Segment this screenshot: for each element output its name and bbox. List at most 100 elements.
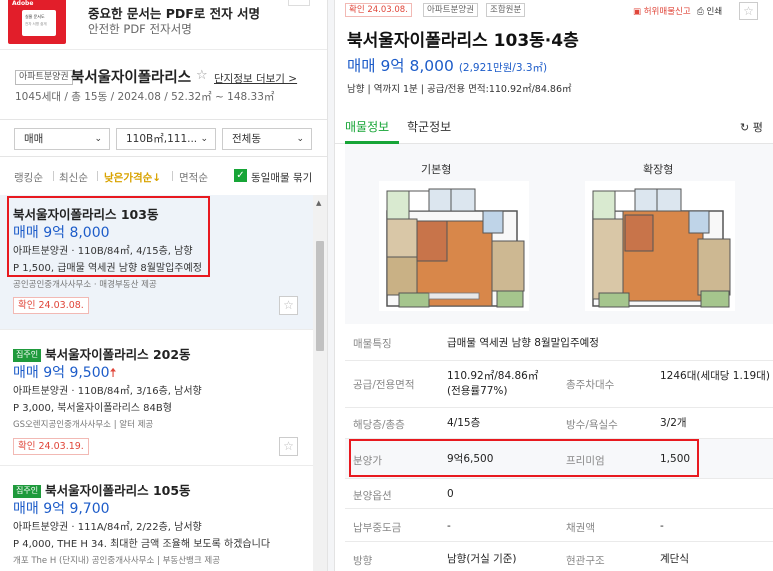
listing-item[interactable]: 집주인 북서울자이폴라리스 202동 매매 9억 9,500🠅 아파트분양권 · …	[0, 331, 313, 466]
listing-detail-title: 북서울자이폴라리스 103동·4층	[347, 31, 579, 51]
listing-detail-price: 매매 9억 8,000 (2,921만원/3.3㎡)	[347, 54, 547, 76]
report-label: 허위매물신고	[643, 7, 691, 17]
ad-thumbnail: Adobe 실물 문서도 전자 서명 쉽게	[8, 0, 66, 44]
listing-detail: 아파트분양권 · 110B/84㎡, 3/16층, 남서향	[13, 386, 202, 397]
spec-value: 계단식	[660, 553, 689, 565]
complex-info-link[interactable]: 단지정보 더보기 >	[214, 71, 297, 86]
print-label: 인쇄	[706, 7, 723, 17]
favorite-star-icon[interactable]: ☆	[279, 296, 298, 315]
spec-label: 납부중도금	[353, 522, 402, 534]
spec-value: -	[447, 520, 451, 532]
print-button[interactable]: ⎙ 인쇄	[697, 5, 722, 17]
floor-plan-basic-image[interactable]	[379, 181, 529, 311]
listing-agent: GS오렌지공인중개사사무소 | 알터 제공	[13, 420, 154, 430]
listing-description: P 3,000, 북서울자이폴라리스 84B형	[13, 403, 172, 414]
dong-value: 전체동	[232, 133, 261, 145]
spec-value: 110.92㎡/84.86㎡(전용률77%)	[447, 370, 539, 397]
listing-item[interactable]: 집주인 북서울자이폴라리스 105동 매매 9억 9,700 아파트분양권 · 1…	[0, 467, 313, 571]
same-listing-label[interactable]: 동일매물 묶기	[251, 170, 312, 185]
divider	[97, 171, 98, 181]
sort-bar: 랭킹순 최신순 낮은가격순↓ 면적순 ✓ 동일매물 묶기	[0, 166, 327, 190]
ad-thumbnail-line1: 실물 문서도	[25, 14, 45, 19]
spec-value: 급매물 역세권 남향 8월말입주예정	[447, 337, 599, 349]
sort-low-price[interactable]: 낮은가격순↓	[104, 170, 161, 185]
listing-price-text: 매매 9억 9,500	[13, 365, 110, 381]
same-listing-checkbox[interactable]: ✓	[234, 169, 247, 182]
star-icon[interactable]: ☆	[196, 68, 208, 83]
adobe-logo: Adobe	[12, 0, 34, 7]
trade-type-select[interactable]: 매매 ⌄	[14, 128, 110, 150]
divider	[53, 171, 54, 181]
sort-latest[interactable]: 최신순	[59, 170, 88, 185]
chevron-down-icon: ⌄	[94, 134, 102, 144]
chevron-down-icon: ⌄	[296, 134, 304, 144]
complex-meta: 1045세대 / 총 15동 / 2024.08 / 52.32㎡ ~ 148.…	[15, 91, 275, 103]
area-unit-label: 평	[752, 121, 763, 134]
spec-row: 분양옵션 0	[345, 479, 773, 509]
owner-badge: 집주인	[13, 485, 42, 498]
spec-value: 남향(거실 기준)	[447, 553, 517, 565]
listing-title: 집주인 북서울자이폴라리스 202동	[13, 344, 191, 363]
favorite-star-icon[interactable]: ☆	[739, 2, 758, 20]
ad-title[interactable]: 중요한 문서는 PDF로 전자 서명	[88, 3, 260, 22]
price-up-icon: 🠅	[109, 366, 117, 381]
price-text: 매매 9억 8,000	[347, 57, 454, 75]
report-fake-listing-button[interactable]: ▣ 허위매물신고	[633, 5, 691, 17]
ad-close-button[interactable]	[288, 0, 310, 6]
highlight-box	[349, 439, 699, 477]
spec-label: 방수/욕실수	[566, 419, 618, 431]
spec-value: 1246대(세대당 1.19대)	[660, 370, 770, 382]
favorite-star-icon[interactable]: ☆	[279, 437, 298, 456]
area-select[interactable]: 110B㎡,111... ⌄	[116, 128, 216, 150]
member-tag: 조합원분	[486, 3, 526, 17]
floor-plan-extended-label: 확장형	[643, 163, 674, 176]
spec-label: 총주차대수	[566, 379, 615, 391]
ad-banner[interactable]: Adobe 실물 문서도 전자 서명 쉽게 중요한 문서는 PDF로 전자 서명…	[0, 0, 327, 50]
floor-plan-basic-label: 기본형	[421, 163, 452, 176]
ad-thumbnail-line2: 전자 서명 쉽게	[25, 22, 47, 26]
spec-row: 매물특징 급매물 역세권 남향 8월말입주예정	[345, 325, 773, 361]
area-value: 110B㎡,111...	[126, 133, 198, 145]
scrollbar-thumb[interactable]	[316, 241, 324, 351]
owner-badge: 집주인	[13, 349, 42, 362]
listing-detail: 아파트분양권 · 111A/84㎡, 2/22층, 남서향	[13, 522, 202, 533]
spec-label: 공급/전용면적	[353, 379, 415, 391]
spec-row: 방향 남향(거실 기준) 현관구조 계단식	[345, 542, 773, 571]
highlight-box	[7, 196, 210, 277]
spec-row: 해당층/총층 4/15층 방수/욕실수 3/2개	[345, 408, 773, 439]
listing-description: P 4,000, THE H 34. 최대한 금액 조율해 보도록 하겠습니다	[13, 539, 271, 550]
detail-tabs: 매물정보 학군정보 ↻ 평	[335, 108, 773, 144]
listing-detail-meta: 남향 | 역까지 1분 | 공급/전용 면적:110.92㎡/84.86㎡	[347, 84, 572, 95]
spec-row: 공급/전용면적 110.92㎡/84.86㎡(전용률77%) 총주차대수 124…	[345, 361, 773, 408]
listing-confirm-date: 확인 24.03.08.	[13, 297, 89, 314]
complex-name: 북서울자이폴라리스	[71, 70, 192, 86]
detail-panel: 확인 24.03.08. 아파트분양권 조합원분 ▣ 허위매물신고 ⎙ 인쇄 ☆…	[335, 0, 773, 571]
complex-type-tag: 아파트분양권	[15, 70, 73, 85]
dong-select[interactable]: 전체동 ⌄	[222, 128, 312, 150]
pane-divider[interactable]	[327, 0, 335, 571]
floor-plan-extended-image[interactable]	[585, 181, 735, 311]
complex-header: 아파트분양권 북서울자이폴라리스 ☆ 단지정보 더보기 > 1045세대 / 총…	[0, 50, 327, 112]
spec-label: 분양옵션	[353, 490, 392, 502]
ad-subtitle: 안전한 PDF 전자서명	[88, 22, 192, 36]
sort-area[interactable]: 면적순	[179, 170, 208, 185]
spec-value: 4/15층	[447, 417, 481, 429]
spec-value: 3/2개	[660, 417, 687, 429]
filter-bar: 매매 ⌄ 110B㎡,111... ⌄ 전체동 ⌄	[0, 119, 327, 157]
divider	[172, 171, 173, 181]
area-unit-toggle[interactable]: ↻ 평	[740, 119, 763, 135]
spec-value: -	[660, 520, 664, 532]
tab-school-info[interactable]: 학군정보	[407, 118, 451, 135]
listing-title: 집주인 북서울자이폴라리스 105동	[13, 480, 191, 499]
spec-label: 방향	[353, 555, 373, 567]
listing-list: 북서울자이폴라리스 103동 매매 9억 8,000 아파트분양권 · 110B…	[0, 195, 313, 571]
confirm-date-tag: 확인 24.03.08.	[345, 3, 412, 17]
spec-row: 납부중도금 - 채권액 -	[345, 509, 773, 542]
tab-listing-info[interactable]: 매물정보	[345, 118, 389, 135]
scroll-up-arrow-icon[interactable]: ▲	[316, 199, 321, 207]
sort-ranking[interactable]: 랭킹순	[14, 170, 43, 185]
spec-label: 매물특징	[353, 338, 392, 350]
listing-title-text: 북서울자이폴라리스 202동	[45, 347, 191, 362]
listing-price: 매매 9억 9,700	[13, 501, 110, 517]
listing-title-text: 북서울자이폴라리스 105동	[45, 483, 191, 498]
